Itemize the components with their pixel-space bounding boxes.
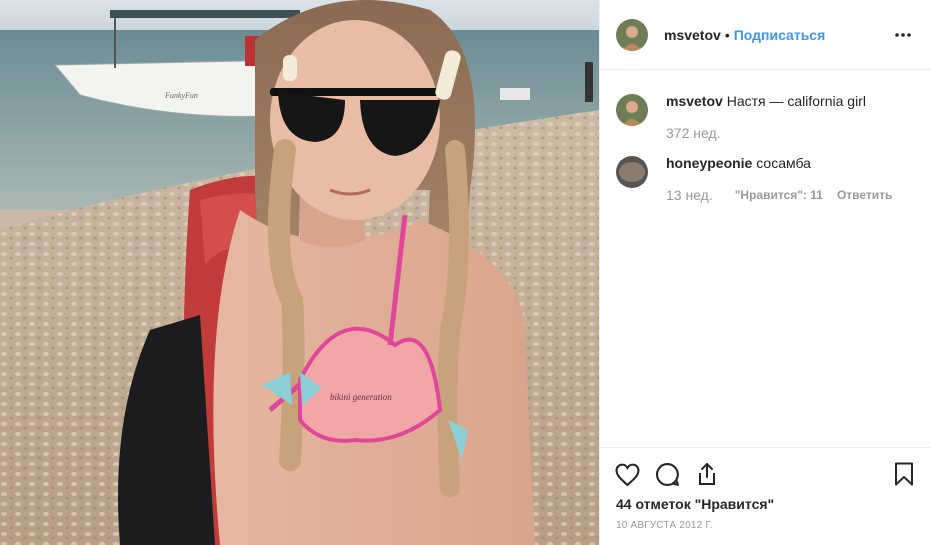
list-item: honeypeonie сосамба 13 нед. "Нравится": …	[616, 154, 915, 204]
likes-count[interactable]: 44 отметок "Нравится"	[600, 496, 931, 512]
avatar[interactable]	[616, 18, 648, 51]
caption-username[interactable]: msvetov	[666, 93, 723, 109]
boat-name: FunkyFun	[164, 91, 198, 100]
instagram-post: FunkyFun bikini generation msvetov • Под…	[0, 0, 931, 545]
reply-button[interactable]: Ответить	[837, 186, 892, 204]
post-footer: 44 отметок "Нравится" 10 АВГУСТА 2012 Г.	[600, 447, 931, 545]
comments-list: msvetov Настя — california girl 372 нед.…	[600, 70, 931, 204]
comment-time[interactable]: 13 нед.	[666, 186, 713, 204]
action-bar	[600, 452, 931, 496]
header-username[interactable]: msvetov	[664, 27, 721, 43]
bikini-print: bikini generation	[330, 392, 392, 402]
post-header: msvetov • Подписаться	[600, 0, 931, 70]
comment-likes[interactable]: "Нравится": 11	[735, 186, 823, 204]
share-icon[interactable]	[694, 461, 720, 487]
caption-text: Настя — california girl	[726, 93, 866, 109]
comment-icon[interactable]	[654, 461, 680, 487]
avatar[interactable]	[616, 156, 648, 188]
caption-time[interactable]: 372 нед.	[666, 124, 721, 142]
post-date[interactable]: 10 АВГУСТА 2012 Г.	[600, 520, 931, 531]
avatar[interactable]	[616, 94, 648, 126]
post-photo[interactable]: FunkyFun bikini generation	[0, 0, 599, 545]
heart-icon[interactable]	[614, 461, 640, 487]
header-separator: •	[724, 26, 730, 43]
beach-photo-illustration: FunkyFun bikini generation	[0, 0, 599, 545]
comment-text: сосамба	[756, 155, 811, 171]
bookmark-icon[interactable]	[891, 461, 917, 487]
ellipsis-icon[interactable]	[891, 23, 915, 47]
comment-username[interactable]: honeypeonie	[666, 155, 752, 171]
post-sidebar: msvetov • Подписаться msvetov Настя — ca…	[599, 0, 931, 545]
follow-button[interactable]: Подписаться	[734, 27, 826, 43]
caption-comment: msvetov Настя — california girl 372 нед.	[616, 92, 915, 142]
